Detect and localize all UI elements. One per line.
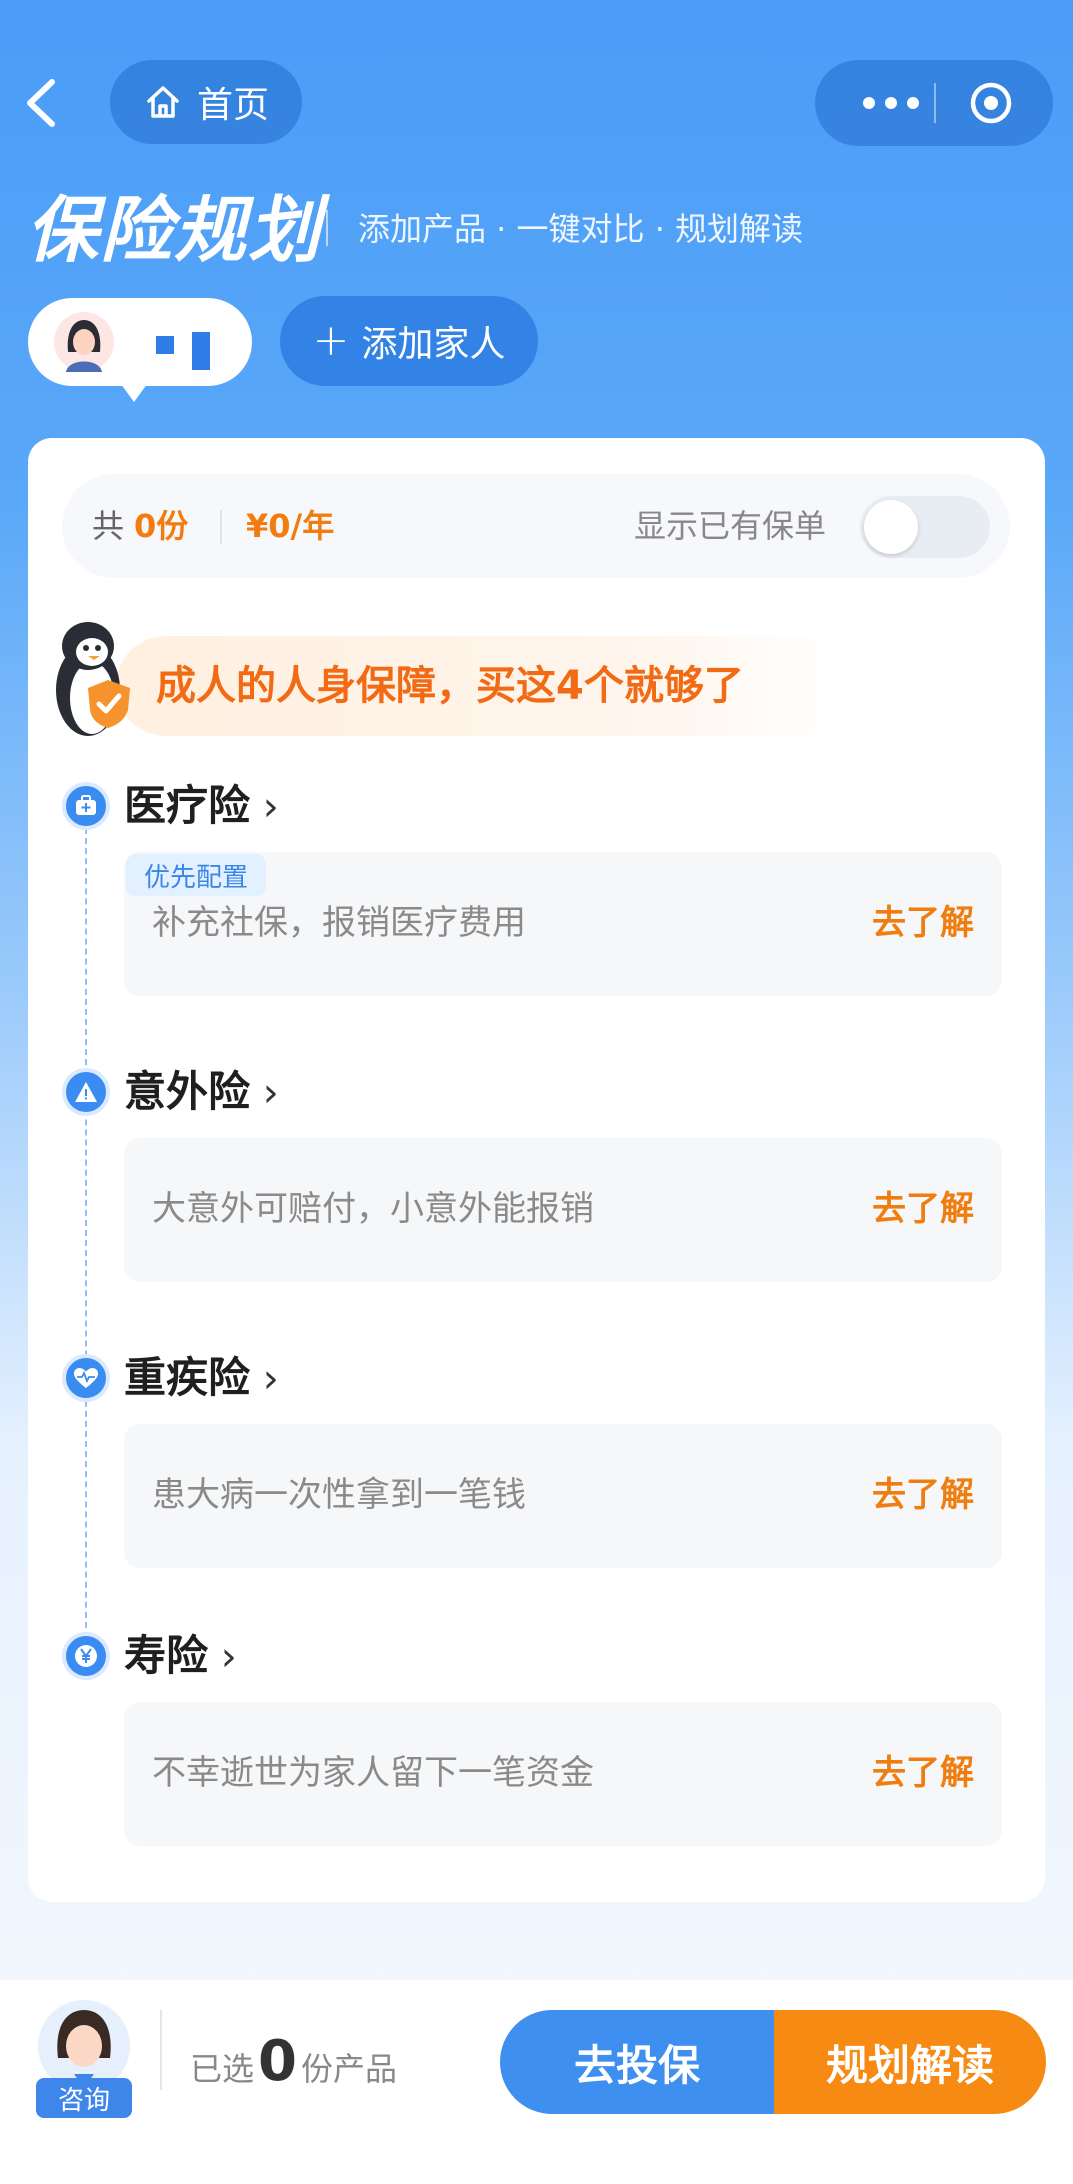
life-insurance-card[interactable]: 不幸逝世为家人留下一笔资金 去了解 xyxy=(124,1702,1002,1846)
section-title-life[interactable]: 寿险 › xyxy=(124,1628,237,1685)
section-title-label: 寿险 xyxy=(124,1631,209,1680)
heart-pulse-icon xyxy=(62,1354,110,1402)
insurance-desc: 不幸逝世为家人留下一笔资金 xyxy=(152,1753,594,1793)
plan-interpretation-button[interactable]: 规划解读 xyxy=(774,2010,1046,2114)
home-icon xyxy=(147,86,179,118)
insurance-desc: 大意外可赔付，小意外能报销 xyxy=(152,1189,594,1229)
section-title-critical-illness[interactable]: 重疾险 › xyxy=(124,1350,279,1407)
total-price: ¥0/年 xyxy=(246,507,335,545)
section-title-label: 意外险 xyxy=(124,1067,251,1116)
summary-bar: 共 0份 ¥0/年 显示已有保单 xyxy=(62,474,1010,578)
family-member-tab[interactable] xyxy=(28,298,252,386)
more-dots-icon[interactable] xyxy=(851,92,931,114)
selected-suffix: 份产品 xyxy=(300,2050,397,2088)
section-title-label: 医疗险 xyxy=(124,781,251,830)
chevron-right-icon: › xyxy=(250,1356,279,1402)
back-arrow-icon[interactable] xyxy=(22,78,62,128)
insure-button[interactable]: 去投保 xyxy=(500,2010,774,2114)
section-title-medical[interactable]: 医疗险 › xyxy=(124,778,279,835)
medical-kit-icon xyxy=(62,782,110,830)
insurance-desc: 患大病一次性拿到一笔钱 xyxy=(152,1475,526,1515)
chevron-right-icon: › xyxy=(250,1070,279,1116)
member-name-redacted xyxy=(156,336,174,354)
total-count: 0份 xyxy=(134,507,189,545)
section-title-accident[interactable]: 意外险 › xyxy=(124,1064,279,1121)
member-avatar xyxy=(54,312,114,372)
learn-more-link[interactable]: 去了解 xyxy=(872,898,974,948)
learn-more-link[interactable]: 去了解 xyxy=(872,1184,974,1234)
priority-badge: 优先配置 xyxy=(126,854,266,896)
chevron-right-icon: › xyxy=(250,784,279,830)
chevron-right-icon: › xyxy=(208,1634,237,1680)
section-title-label: 重疾险 xyxy=(124,1353,251,1402)
selected-count: 已选 0 份产品 xyxy=(190,2022,397,2109)
toggle-knob xyxy=(864,500,918,554)
mini-program-capsule xyxy=(815,60,1053,146)
total-prefix: 共 xyxy=(92,507,125,545)
bottom-divider xyxy=(160,2010,162,2090)
yen-icon xyxy=(62,1632,110,1680)
page-subtitle: 添加产品 · 一键对比 · 规划解读 xyxy=(358,210,804,248)
warning-icon xyxy=(62,1068,110,1116)
accident-insurance-card[interactable]: 大意外可赔付，小意外能报销 去了解 xyxy=(124,1138,1002,1282)
capsule-divider xyxy=(934,83,936,123)
timeline-line xyxy=(85,818,87,1648)
show-existing-toggle[interactable] xyxy=(860,496,990,558)
show-existing-label: 显示已有保单 xyxy=(634,507,827,545)
member-name-redacted xyxy=(192,332,210,370)
page-title: 保险规划 xyxy=(26,188,323,272)
banner-text: 成人的人身保障，买这4个就够了 xyxy=(156,663,744,709)
summary-divider xyxy=(220,510,222,544)
home-label: 首页 xyxy=(196,85,269,126)
add-family-button[interactable]: + 添加家人 xyxy=(280,296,538,386)
target-close-icon[interactable] xyxy=(967,79,1015,127)
consult-label[interactable]: 咨询 xyxy=(36,2078,132,2118)
member-tab-pointer xyxy=(118,380,150,402)
critical-illness-card[interactable]: 患大病一次性拿到一笔钱 去了解 xyxy=(124,1424,1002,1568)
insurance-desc: 补充社保，报销医疗费用 xyxy=(152,903,526,943)
learn-more-link[interactable]: 去了解 xyxy=(872,1748,974,1798)
title-divider xyxy=(326,210,328,246)
learn-more-link[interactable]: 去了解 xyxy=(872,1470,974,1520)
plus-icon: + xyxy=(312,315,350,366)
selected-prefix: 已选 xyxy=(190,2050,255,2088)
selected-number: 0 xyxy=(258,2029,297,2094)
penguin-mascot-icon xyxy=(56,622,130,736)
home-button[interactable]: 首页 xyxy=(110,60,302,144)
add-family-label: 添加家人 xyxy=(361,324,506,365)
